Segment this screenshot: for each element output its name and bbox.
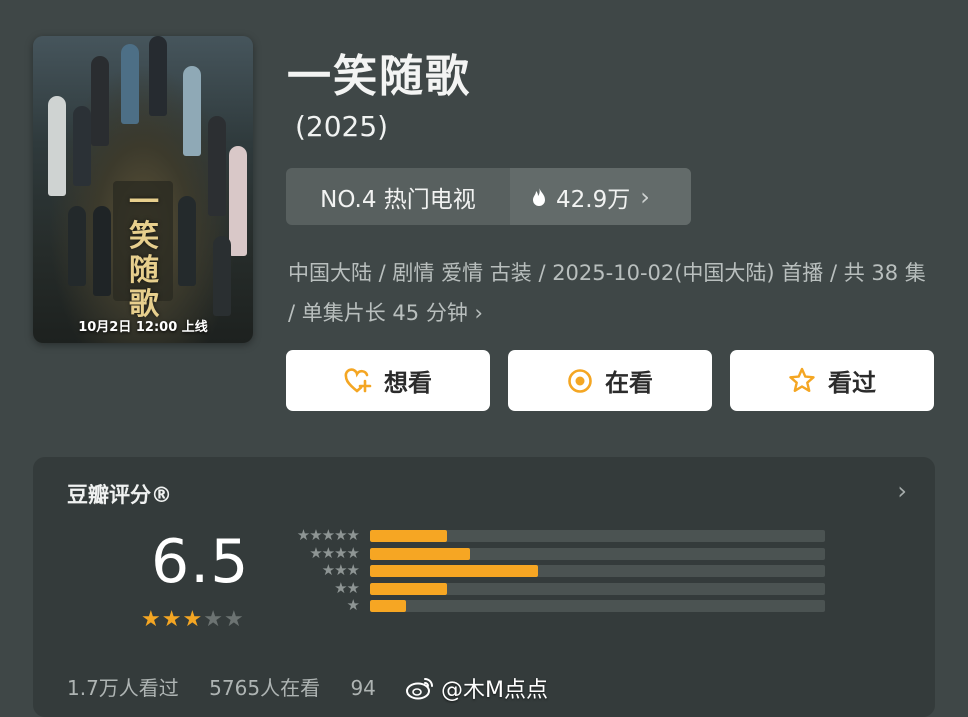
weibo-icon (406, 678, 433, 700)
show-year: (2025) (295, 110, 389, 143)
weibo-watermark: @木M点点 (405, 672, 548, 704)
poster-figure (229, 146, 247, 256)
meta-text: 中国大陆 / 剧情 爱情 古装 / 2025-10-02(中国大陆) 首播 / … (288, 261, 926, 325)
distribution-star-labels: ★★★★★ ★★★★ ★★★ ★★ ★ (259, 526, 360, 615)
distribution-star-label: ★★★★ (309, 543, 360, 562)
watched-count: 1.7万人看过 (67, 676, 179, 700)
rating-distribution (370, 530, 825, 618)
chevron-right-icon: › (640, 182, 650, 211)
distribution-bar (370, 547, 471, 560)
poster-figure (68, 206, 86, 286)
poster-figure (93, 206, 111, 296)
star-filled-icon: ★ (141, 607, 162, 632)
rank-label[interactable]: NO.4 热门电视 (286, 168, 510, 225)
distribution-star-label: ★★★ (321, 561, 360, 579)
distribution-bar-track (370, 565, 825, 577)
star-filled-icon: ★ (161, 607, 183, 632)
poster-figure (208, 116, 226, 216)
rating-score: 6.5 (151, 527, 250, 597)
watched-label: 看过 (828, 369, 876, 397)
star-filled-icon: ★ (182, 607, 204, 632)
watermark-text: @木M点点 (441, 678, 548, 703)
show-meta[interactable]: 中国大陆 / 剧情 爱情 古装 / 2025-10-02(中国大陆) 首播 / … (288, 253, 938, 333)
distribution-bar-track (370, 582, 825, 595)
show-title: 一笑随歌 (287, 51, 471, 102)
distribution-bar (370, 600, 407, 612)
chevron-right-icon[interactable]: › (897, 477, 907, 505)
poster-release-badge: 10月2日 12:00 上线 (78, 320, 208, 335)
star-outline-icon (789, 367, 815, 392)
watching-button[interactable]: 在看 (508, 350, 712, 411)
poster-figure (91, 56, 109, 146)
distribution-bar (370, 582, 448, 595)
poster-figure (121, 44, 139, 124)
poster-figure (213, 236, 231, 316)
target-icon (568, 368, 592, 393)
heart-plus-icon (344, 367, 372, 392)
rank-box[interactable]: NO.4 热门电视 42.9万 › (286, 168, 691, 225)
heat-indicator[interactable]: 42.9万 › (510, 168, 691, 225)
poster-figure (149, 36, 167, 116)
distribution-bar-track (370, 530, 825, 542)
watching-label: 在看 (605, 369, 653, 397)
distribution-bar-track (370, 600, 825, 612)
heat-value: 42.9万 (556, 186, 631, 213)
poster-figure (183, 66, 201, 156)
star-empty-icon: ★ (223, 607, 245, 632)
distribution-bar-track (370, 547, 825, 560)
star-empty-icon: ★ (203, 607, 224, 632)
poster-figure (178, 196, 196, 286)
distribution-bar (370, 530, 448, 542)
distribution-star-label: ★★ (334, 578, 360, 597)
distribution-bar (370, 565, 539, 577)
want-count-partial: 94 (350, 676, 376, 700)
watched-button[interactable]: 看过 (730, 350, 934, 411)
watching-count: 5765人在看 (209, 676, 321, 700)
want-to-watch-label: 想看 (384, 369, 432, 397)
rating-title: 豆瓣评分® (67, 483, 172, 507)
rating-stars: ★★★★★ (141, 607, 245, 632)
poster-image[interactable]: 一笑随歌 10月2日 12:00 上线 (33, 36, 253, 343)
audience-counts: 1.7万人看过 5765人在看 94 (67, 672, 400, 701)
distribution-star-label: ★★★★★ (296, 526, 360, 544)
flame-icon (533, 186, 545, 206)
chevron-right-icon: › (474, 301, 483, 325)
want-to-watch-button[interactable]: 想看 (286, 350, 490, 411)
distribution-star-label: ★ (346, 596, 360, 614)
poster-calligraphy: 一笑随歌 (129, 185, 159, 322)
poster-figure (73, 106, 91, 186)
poster-figure (48, 96, 66, 196)
